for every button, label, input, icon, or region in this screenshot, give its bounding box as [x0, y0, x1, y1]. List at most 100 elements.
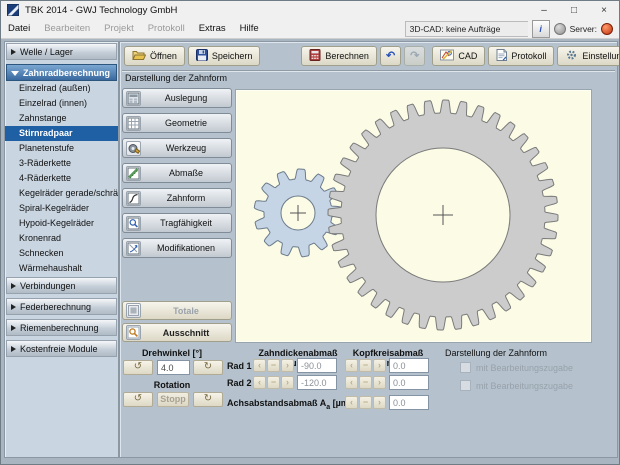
app-logo-icon [7, 4, 19, 16]
app-window: TBK 2014 - GWJ Technology GmbH – □ × Dat… [0, 0, 620, 465]
abmasse-icon [126, 166, 141, 181]
sidebar-section-federberechnung[interactable]: Federberechnung [6, 298, 117, 315]
sidebar-item-zahnstange[interactable]: Zahnstange [5, 111, 118, 126]
title-bar: TBK 2014 - GWJ Technology GmbH – □ × [1, 1, 619, 19]
aa-right-spinner[interactable]: › [373, 396, 386, 409]
nav-geometrie-button[interactable]: Geometrie [122, 113, 232, 133]
rotation-cw-button[interactable]: ↻ [193, 392, 223, 407]
sidebar-section-zahnradberechnung[interactable]: Zahnradberechnung [6, 64, 117, 81]
ausschnitt-label: Ausschnitt [141, 328, 231, 338]
sidebar-item-spiral-kegelr-der[interactable]: Spiral-Kegelräder [5, 201, 118, 216]
sidebar-item-planetenstufe[interactable]: Planetenstufe [5, 141, 118, 156]
gear-canvas [235, 89, 592, 343]
sidebar-section-label: Riemenberechnung [20, 323, 99, 333]
nav-tragfaehigkeit-button[interactable]: Tragfähigkeit [122, 213, 232, 233]
undo-button[interactable]: ↶ [380, 46, 401, 66]
zd1-right-spinner[interactable]: › [281, 359, 294, 372]
zd2-left-spinner[interactable]: ‹ [253, 376, 266, 389]
nav-zahnform-button[interactable]: Zahnform [122, 188, 232, 208]
settings-label: Einstellungen [582, 51, 620, 61]
maximize-button[interactable]: □ [559, 1, 589, 19]
achsabstand-label: Achsabstandsabmaß Aa [µm] [227, 398, 352, 411]
sidebar-item-hypoid-kegelr-der[interactable]: Hypoid-Kegelräder [5, 216, 118, 231]
rotation-ccw-button[interactable]: ↺ [123, 392, 153, 407]
aa-minus-spinner[interactable]: − [359, 396, 372, 409]
sidebar-item-w-rmehaushalt[interactable]: Wärmehaushalt [5, 261, 118, 276]
sidebar-item-stirnradpaar[interactable]: Stirnradpaar [5, 126, 118, 141]
nav-label: Geometrie [141, 118, 231, 128]
nav-label: Modifikationen [141, 243, 231, 253]
sidebar-section-label: Kostenfreie Module [20, 344, 98, 354]
nav-modifikationen-button[interactable]: Modifikationen [122, 238, 232, 258]
zd2-right-spinner[interactable]: › [281, 376, 294, 389]
sidebar-item-4-r-derkette[interactable]: 4-Räderkette [5, 171, 118, 186]
sidebar-item-3-r-derkette[interactable]: 3-Räderkette [5, 156, 118, 171]
drehwinkel-input[interactable] [157, 360, 190, 375]
kk2-right-spinner[interactable]: › [373, 376, 386, 389]
cad-label: CAD [458, 51, 477, 61]
calculate-label: Berechnen [325, 51, 369, 61]
minimize-button[interactable]: – [529, 1, 559, 19]
nav-label: Auslegung [141, 93, 231, 103]
sidebar-item-kegelr-der-gerade-schr-g[interactable]: Kegelräder gerade/schräg [5, 186, 118, 201]
kk1-right-spinner[interactable]: › [373, 359, 386, 372]
cad-drawing-icon [440, 49, 454, 63]
kk2-left-spinner[interactable]: ‹ [345, 376, 358, 389]
zd2-input[interactable] [297, 375, 337, 390]
open-button[interactable]: Öffnen [124, 46, 185, 66]
sidebar-item-einzelrad-au-en-[interactable]: Einzelrad (außen) [5, 81, 118, 96]
aa-left-spinner[interactable]: ‹ [345, 396, 358, 409]
kk2-minus-spinner[interactable]: − [359, 376, 372, 389]
sidebar-section-verbindungen[interactable]: Verbindungen [6, 277, 117, 294]
bearbeitungszugabe2-label: mit Bearbeitungszugabe [476, 381, 573, 391]
gear-icon [565, 49, 578, 63]
achsabstand-label-main: Achsabstandsabmaß A [227, 398, 326, 408]
rotate-cw-button[interactable]: ↻ [193, 360, 223, 375]
kk1-input[interactable] [389, 358, 429, 373]
sidebar-item-kronenrad[interactable]: Kronenrad [5, 231, 118, 246]
menu-hilfe[interactable]: Hilfe [233, 23, 266, 34]
modifikationen-icon [126, 241, 141, 256]
kk2-input[interactable] [389, 375, 429, 390]
nav-werkzeug-button[interactable]: Werkzeug [122, 138, 232, 158]
nav-label: Abmaße [141, 168, 231, 178]
zd1-minus-spinner[interactable]: − [267, 359, 280, 372]
aa-input[interactable] [389, 395, 429, 410]
menu-extras[interactable]: Extras [192, 23, 233, 34]
calculate-button[interactable]: Berechnen [301, 46, 377, 66]
sidebar-section-kostenfreie-module[interactable]: Kostenfreie Module [6, 340, 117, 357]
undo-icon: ↶ [386, 51, 395, 62]
document-icon [496, 49, 507, 63]
close-button[interactable]: × [589, 1, 619, 19]
sidebar-section-label: Verbindungen [20, 281, 76, 291]
geometrie-icon [126, 116, 141, 131]
zd1-input[interactable] [297, 358, 337, 373]
kk1-left-spinner[interactable]: ‹ [345, 359, 358, 372]
sidebar-section-riemenberechnung[interactable]: Riemenberechnung [6, 319, 117, 336]
menu-datei[interactable]: Datei [1, 23, 37, 34]
nav-auslegung-button[interactable]: Auslegung [122, 88, 232, 108]
protokoll-button[interactable]: Protokoll [488, 46, 554, 66]
zd2-minus-spinner[interactable]: − [267, 376, 280, 389]
drehwinkel-label: Drehwinkel [°] [120, 348, 224, 358]
nav-abmasse-button[interactable]: Abmaße [122, 163, 232, 183]
sidebar-item-einzelrad-innen-[interactable]: Einzelrad (innen) [5, 96, 118, 111]
totale-label: Totale [141, 306, 231, 316]
rotation-label: Rotation [120, 380, 224, 390]
sidebar-section-label: Zahnradberechnung [23, 68, 110, 78]
toolbar: Öffnen Speichern Berechnen ↶ ↷ CAD [123, 44, 614, 68]
bearbeitungszugabe2-checkbox [460, 380, 471, 391]
sidebar-item-schnecken[interactable]: Schnecken [5, 246, 118, 261]
rotate-ccw-button[interactable]: ↺ [123, 360, 153, 375]
settings-button[interactable]: Einstellungen [557, 46, 620, 66]
server-led-icon [601, 23, 613, 35]
menu-bearbeiten: Bearbeiten [37, 23, 97, 34]
zd1-left-spinner[interactable]: ‹ [253, 359, 266, 372]
cad-button[interactable]: CAD [432, 46, 485, 66]
ausschnitt-button[interactable]: Ausschnitt [122, 323, 232, 342]
sidebar-section-welle-lager[interactable]: Welle / Lager [6, 43, 117, 60]
kk1-minus-spinner[interactable]: − [359, 359, 372, 372]
cad-status-field: 3D-CAD: keine Aufträge [405, 21, 528, 37]
save-button[interactable]: Speichern [188, 46, 261, 66]
info-button[interactable]: i [532, 20, 550, 38]
